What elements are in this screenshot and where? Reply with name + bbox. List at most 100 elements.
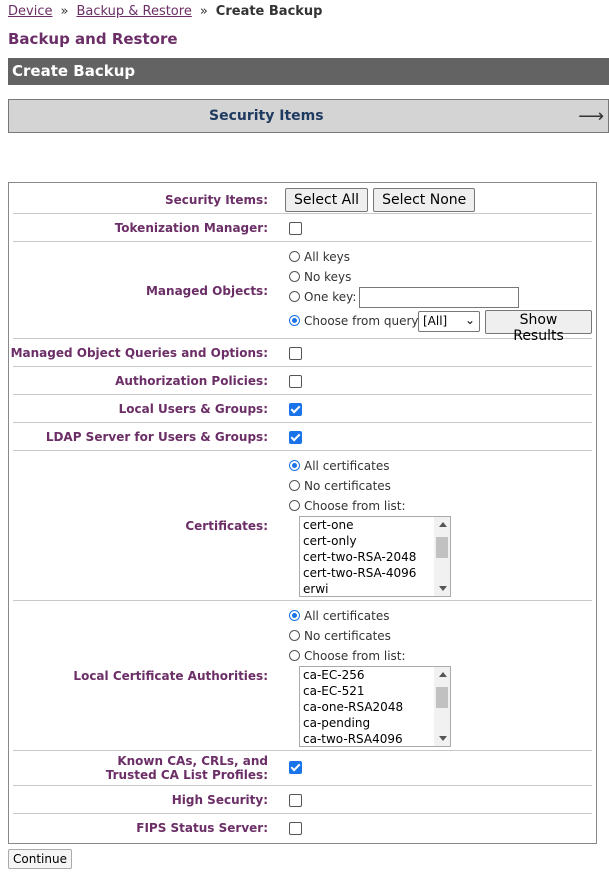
tokenization-manager-checkbox[interactable] xyxy=(289,222,302,235)
queries-options-label: Managed Object Queries and Options: xyxy=(10,346,268,360)
breadcrumb: Device » Backup & Restore » Create Backup xyxy=(8,4,323,19)
local-cas-all-radio[interactable] xyxy=(289,610,300,621)
list-item[interactable]: cert-two-RSA-2048 xyxy=(300,549,450,565)
local-cas-listbox[interactable]: ca-EC-256 ca-EC-521 ca-one-RSA2048 ca-pe… xyxy=(299,666,451,747)
managed-objects-label: Managed Objects: xyxy=(145,284,268,298)
local-cas-choose-option[interactable]: Choose from list: xyxy=(289,649,406,663)
local-cas-all-option[interactable]: All certificates xyxy=(289,609,390,623)
queries-options-checkbox[interactable] xyxy=(289,347,302,360)
row-queries-options: Managed Object Queries and Options: xyxy=(10,339,592,367)
list-item[interactable]: erwi xyxy=(300,581,450,596)
certificates-label: Certificates: xyxy=(185,519,268,533)
breadcrumb-backup-restore-link[interactable]: Backup & Restore xyxy=(76,4,191,19)
collapse-bar-label: Security Items xyxy=(209,108,324,124)
known-cas-checkbox[interactable] xyxy=(289,761,302,774)
certificates-none-text: No certificates xyxy=(304,479,391,493)
right-arrow-icon[interactable]: ⟶ xyxy=(578,106,604,127)
scroll-up-icon[interactable] xyxy=(439,672,447,677)
certificates-choose-option[interactable]: Choose from list: xyxy=(289,499,406,513)
row-high-security: High Security: xyxy=(13,786,592,814)
no-keys-option[interactable]: No keys xyxy=(289,270,351,284)
security-items-collapse-bar[interactable]: Security Items ⟶ xyxy=(8,99,609,133)
local-users-groups-label: Local Users & Groups: xyxy=(118,402,268,416)
query-select[interactable]: [All] ⌄ xyxy=(418,311,480,332)
row-ldap-server: LDAP Server for Users & Groups: xyxy=(13,423,592,451)
certificates-listbox[interactable]: cert-one cert-only cert-two-RSA-2048 cer… xyxy=(299,516,451,597)
local-cas-choose-radio[interactable] xyxy=(289,650,300,661)
known-cas-label-line2: Trusted CA List Profiles: xyxy=(105,768,268,782)
ldap-server-checkbox[interactable] xyxy=(289,431,302,444)
breadcrumb-separator: » xyxy=(199,4,208,19)
ldap-server-label: LDAP Server for Users & Groups: xyxy=(45,430,268,444)
list-item[interactable]: cert-one xyxy=(300,517,450,533)
high-security-checkbox[interactable] xyxy=(289,794,302,807)
authorization-policies-checkbox[interactable] xyxy=(289,375,302,388)
row-security-items: Security Items: Select All Select None xyxy=(13,185,592,214)
tokenization-manager-label: Tokenization Manager: xyxy=(114,221,268,235)
certificates-all-option[interactable]: All certificates xyxy=(289,459,390,473)
list-item[interactable]: cert-two-RSA-4096 xyxy=(300,565,450,581)
local-cas-none-radio[interactable] xyxy=(289,630,300,641)
certificates-scrollbar[interactable] xyxy=(434,517,450,596)
choose-from-query-text: Choose from query: xyxy=(304,314,422,328)
scroll-down-icon[interactable] xyxy=(439,586,447,591)
local-cas-none-text: No certificates xyxy=(304,629,391,643)
row-local-users-groups: Local Users & Groups: xyxy=(13,395,592,423)
local-cas-none-option[interactable]: No certificates xyxy=(289,629,391,643)
row-certificates: Certificates: All certificates No certif… xyxy=(13,451,592,601)
no-keys-radio[interactable] xyxy=(289,271,300,282)
fips-status-server-checkbox[interactable] xyxy=(289,822,302,835)
choose-from-query-radio[interactable] xyxy=(289,315,300,326)
all-keys-text: All keys xyxy=(304,250,350,264)
one-key-input[interactable] xyxy=(359,287,519,308)
query-select-value: [All] xyxy=(423,314,448,328)
row-known-cas: Known CAs, CRLs, and Trusted CA List Prof… xyxy=(13,751,592,786)
row-authorization-policies: Authorization Policies: xyxy=(13,367,592,395)
scroll-up-icon[interactable] xyxy=(439,522,447,527)
high-security-label: High Security: xyxy=(171,793,268,807)
scrollbar-thumb[interactable] xyxy=(436,687,448,708)
known-cas-label: Known CAs, CRLs, and Trusted CA List Prof… xyxy=(106,754,268,782)
local-cas-label: Local Certificate Authorities: xyxy=(73,669,268,683)
local-users-groups-checkbox[interactable] xyxy=(289,403,302,416)
certificates-choose-text: Choose from list: xyxy=(304,499,406,513)
section-title-bar: Create Backup xyxy=(8,58,609,85)
list-item[interactable]: ca-two-RSA4096 xyxy=(300,731,450,746)
authorization-policies-label: Authorization Policies: xyxy=(115,374,268,388)
local-cas-all-text: All certificates xyxy=(304,609,390,623)
certificates-all-radio[interactable] xyxy=(289,460,300,471)
certificates-choose-radio[interactable] xyxy=(289,500,300,511)
row-managed-objects: Managed Objects: All keys No keys One ke… xyxy=(13,242,592,344)
local-cas-choose-text: Choose from list: xyxy=(304,649,406,663)
backup-form: Security Items: Select All Select None T… xyxy=(8,182,597,844)
certificates-all-text: All certificates xyxy=(304,459,390,473)
no-keys-text: No keys xyxy=(304,270,352,284)
row-local-cas: Local Certificate Authorities: All certi… xyxy=(13,601,592,751)
one-key-option[interactable]: One key: xyxy=(289,290,356,304)
list-item[interactable]: ca-one-RSA2048 xyxy=(300,699,450,715)
all-keys-option[interactable]: All keys xyxy=(289,250,350,264)
choose-from-query-option[interactable]: Choose from query: xyxy=(289,314,422,328)
list-item[interactable]: ca-EC-256 xyxy=(300,667,450,683)
select-none-button[interactable]: Select None xyxy=(373,188,476,212)
all-keys-radio[interactable] xyxy=(289,251,300,262)
fips-status-server-label: FIPS Status Server: xyxy=(136,821,268,835)
scroll-down-icon[interactable] xyxy=(439,736,447,741)
select-all-button[interactable]: Select All xyxy=(285,188,368,212)
row-tokenization-manager: Tokenization Manager: xyxy=(13,214,592,242)
list-item[interactable]: ca-pending xyxy=(300,715,450,731)
chevron-down-icon: ⌄ xyxy=(464,313,475,327)
row-fips-status-server: FIPS Status Server: xyxy=(13,814,592,842)
one-key-radio[interactable] xyxy=(289,291,300,302)
continue-button[interactable]: Continue xyxy=(8,849,72,869)
local-cas-scrollbar[interactable] xyxy=(434,667,450,746)
list-item[interactable]: cert-only xyxy=(300,533,450,549)
list-item[interactable]: ca-EC-521 xyxy=(300,683,450,699)
page-title: Backup and Restore xyxy=(8,30,178,48)
show-results-button[interactable]: Show Results xyxy=(485,310,592,344)
scrollbar-thumb[interactable] xyxy=(436,537,448,558)
certificates-none-radio[interactable] xyxy=(289,480,300,491)
certificates-none-option[interactable]: No certificates xyxy=(289,479,391,493)
breadcrumb-device-link[interactable]: Device xyxy=(8,4,52,19)
known-cas-label-line1: Known CAs, CRLs, and xyxy=(117,754,268,768)
